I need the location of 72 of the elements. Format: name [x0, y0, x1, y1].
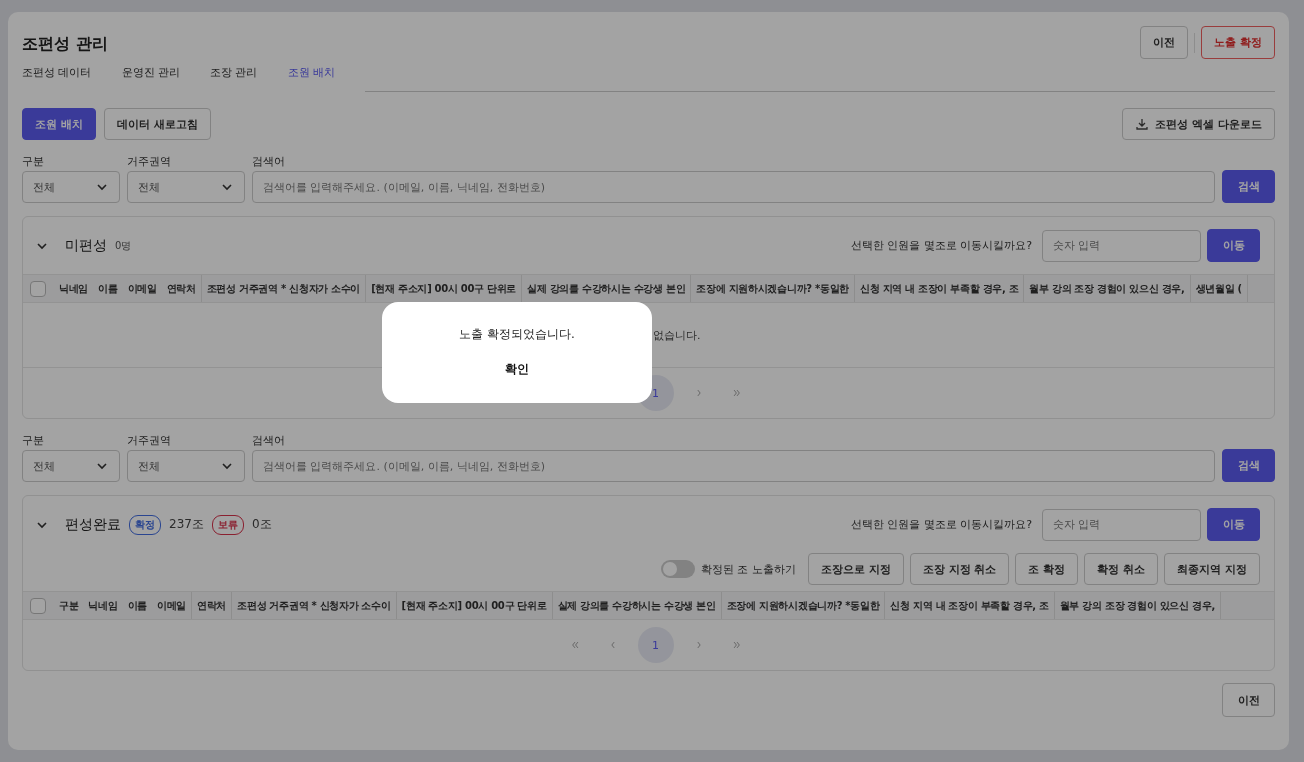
column-header: 생년월일 (	[1190, 275, 1248, 302]
tab[interactable]: 조장 관리	[210, 59, 258, 92]
column-header: 월부 강의 조장 경험이 있으신 경우,	[1024, 275, 1191, 302]
move-button[interactable]: 이동	[1207, 229, 1260, 262]
action-button[interactable]: 조장으로 지정	[807, 553, 904, 585]
column-header: 실제 강의를 수강하시는 수강생 본인	[552, 592, 722, 619]
column-header: 이메일	[151, 592, 193, 619]
refresh-button[interactable]: 데이터 새로고침	[103, 108, 211, 140]
region-select[interactable]: 전체	[127, 171, 245, 203]
tab[interactable]: 조편성 데이터	[22, 59, 92, 92]
move-question: 선택한 인원을 몇조로 이동시킬까요?	[850, 238, 1032, 253]
category-select[interactable]: 전체	[22, 450, 120, 482]
column-header: 신청 지역 내 조장이 부족할 경우, 조	[885, 592, 1055, 619]
member-count: 0명	[115, 238, 132, 253]
column-header: 조장에 지원하시겠습니까? *동일한	[691, 275, 855, 302]
tab[interactable]: 운영진 관리	[121, 59, 180, 92]
search-button[interactable]: 검색	[1222, 449, 1275, 482]
column-header: 연락처	[161, 275, 202, 302]
panel-title: 편성완료	[65, 515, 121, 534]
number-field[interactable]: 숫자 입력	[1042, 229, 1201, 262]
field-label: 거주권역	[127, 433, 172, 448]
back-button[interactable]: 이전	[1140, 26, 1189, 59]
column-header: 조편성 거주권역 * 신청자가 소수이	[232, 592, 397, 619]
toggle-label: 확정된 조 노출하기	[700, 561, 796, 577]
page-number[interactable]: 1	[637, 627, 674, 663]
download-icon	[1135, 117, 1150, 131]
field-label: 검색어	[252, 154, 286, 169]
field-label: 구분	[22, 433, 45, 448]
region-select[interactable]: 전체	[127, 450, 245, 482]
status-tag: 보류	[211, 514, 244, 535]
search-button[interactable]: 검색	[1222, 170, 1275, 203]
number-field[interactable]: 숫자 입력	[1042, 508, 1201, 541]
action-button[interactable]: 조장 지정 취소	[909, 553, 1010, 585]
group-count: 0조	[251, 516, 272, 533]
search-field[interactable]: 검색어를 입력해주세요. (이메일, 이름, 닉네임, 전화번호)	[252, 171, 1215, 203]
move-button[interactable]: 이동	[1207, 508, 1260, 541]
column-header: 조장에 지원하시겠습니까? *동일한	[721, 592, 886, 619]
column-header: 이름	[126, 598, 148, 613]
column-header: 조편성 거주권역 * 신청자가 소수이	[201, 275, 367, 302]
assign-button[interactable]: 조원 배치	[22, 108, 96, 140]
action-button[interactable]: 확정 취소	[1084, 553, 1159, 585]
toggle-switch[interactable]	[660, 560, 695, 578]
column-header: 닉네임	[58, 281, 90, 296]
action-button[interactable]: 최종지역 지정	[1164, 553, 1260, 585]
back-button[interactable]: 이전	[1222, 683, 1275, 717]
category-select[interactable]: 전체	[22, 171, 120, 203]
search-field[interactable]: 검색어를 입력해주세요. (이메일, 이름, 닉네임, 전화번호)	[252, 450, 1215, 482]
column-header: 이름	[97, 281, 119, 296]
column-header: 연락처	[192, 592, 233, 619]
column-header: 월부 강의 조장 경험이 있으신 경우,	[1054, 592, 1221, 619]
field-label: 거주권역	[127, 154, 172, 169]
confirm-button[interactable]: 노출 확정	[1201, 26, 1275, 59]
field-label: 검색어	[252, 433, 286, 448]
status-tag: 확정	[129, 514, 161, 535]
action-button[interactable]: 조 확정	[1015, 553, 1079, 585]
select-all-checkbox[interactable]	[30, 597, 46, 614]
page-title: 조편성 관리	[22, 34, 108, 55]
field-label: 구분	[22, 154, 45, 169]
move-question: 선택한 인원을 몇조로 이동시킬까요?	[850, 517, 1032, 532]
ok-button[interactable]: 확인	[497, 358, 537, 380]
empty-message: 없습니다.	[653, 327, 701, 343]
column-header: 신청 지역 내 조장이 부족할 경우, 조	[854, 275, 1025, 302]
column-header: [현재 주소지] 00시 00구 단위로	[396, 592, 553, 619]
tab[interactable]: 조원 배치	[287, 59, 335, 92]
dialog-message: 노출 확정되었습니다.	[459, 325, 575, 343]
select-all-checkbox[interactable]	[30, 280, 46, 297]
column-header: 이메일	[126, 281, 158, 296]
panel-title: 미편성	[65, 236, 107, 255]
group-count: 237조	[169, 516, 204, 533]
download-button[interactable]: 조편성 엑셀 다운로드	[1122, 108, 1275, 140]
column-header: 구분	[58, 598, 80, 613]
column-header: 닉네임	[87, 598, 119, 613]
